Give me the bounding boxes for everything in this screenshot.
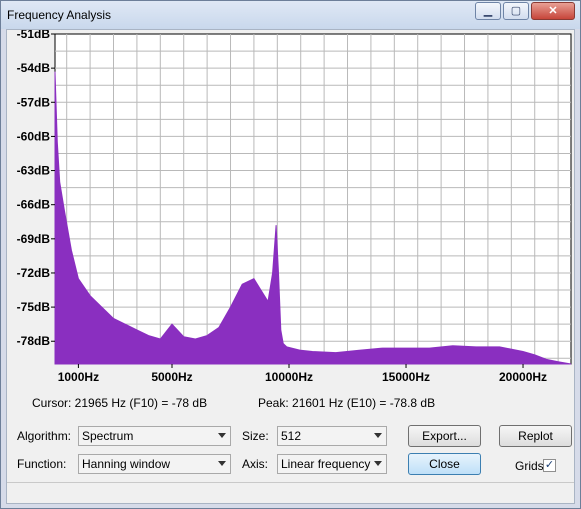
chevron-down-icon xyxy=(374,461,382,466)
algorithm-value: Spectrum xyxy=(82,429,134,443)
spectrum-plot: -51dB -54dB -57dB -60dB -63dB -66dB -69dB -72dB… xyxy=(7,27,576,390)
cursor-readout: Cursor: 21965 Hz (F10) = -78 dB xyxy=(32,396,208,410)
algorithm-label: Algorithm: xyxy=(17,429,72,443)
chevron-down-icon xyxy=(374,433,382,438)
status-bar xyxy=(7,482,574,503)
function-label: Function: xyxy=(17,457,67,471)
x-tick-label: 10000Hz xyxy=(265,370,313,384)
window-title: Frequency Analysis xyxy=(7,8,112,22)
grids-label: Grids xyxy=(515,459,544,473)
axis-select[interactable]: Linear frequency xyxy=(277,454,387,474)
size-select[interactable]: 512 xyxy=(277,426,387,446)
y-tick-label: -54dB xyxy=(17,61,51,75)
title-bar[interactable]: Frequency Analysis ▁ ▢ ✕ xyxy=(1,1,580,29)
y-tick-label: -51dB xyxy=(17,30,51,41)
peak-readout: Peak: 21601 Hz (E10) = -78.8 dB xyxy=(258,396,436,410)
plot-area xyxy=(54,33,572,365)
frequency-analysis-window: Frequency Analysis ▁ ▢ ✕ -51dB -54dB -57dB… xyxy=(0,0,581,509)
spectrum-chart: -51dB -54dB -57dB -60dB -63dB -66dB -69dB -72dB… xyxy=(17,27,572,384)
axis-value: Linear frequency xyxy=(281,457,371,471)
chevron-down-icon xyxy=(218,461,226,466)
size-label: Size: xyxy=(242,429,269,443)
chevron-down-icon xyxy=(218,433,226,438)
replot-button[interactable]: Replot xyxy=(499,425,572,447)
algorithm-select[interactable]: Spectrum xyxy=(78,426,231,446)
x-tick-label: 20000Hz xyxy=(499,370,547,384)
size-value: 512 xyxy=(281,429,302,443)
axis-label: Axis: xyxy=(242,457,269,471)
minimize-icon[interactable]: ▁ xyxy=(475,2,501,20)
x-tick-label: 1000Hz xyxy=(58,370,99,384)
close-button[interactable]: Close xyxy=(408,453,481,475)
export-button[interactable]: Export... xyxy=(408,425,481,447)
x-tick-label: 5000Hz xyxy=(151,370,192,384)
y-tick-label: -66dB xyxy=(17,198,51,212)
function-select[interactable]: Hanning window xyxy=(78,454,231,474)
y-tick-label: -75dB xyxy=(17,300,51,314)
y-tick-label: -60dB xyxy=(17,129,51,143)
grids-checkbox[interactable]: ✓ xyxy=(543,459,556,472)
maximize-icon[interactable]: ▢ xyxy=(503,2,529,20)
y-tick-label: -57dB xyxy=(17,95,51,109)
y-tick-label: -69dB xyxy=(17,232,51,246)
close-icon[interactable]: ✕ xyxy=(531,2,575,20)
y-tick-label: -78dB xyxy=(17,334,51,348)
function-value: Hanning window xyxy=(82,457,171,471)
dialog-client-area: -51dB -54dB -57dB -60dB -63dB -66dB -69dB -72dB… xyxy=(6,27,576,504)
y-tick-label: -63dB xyxy=(17,164,51,178)
y-tick-label: -72dB xyxy=(17,266,51,280)
x-tick-label: 15000Hz xyxy=(382,370,430,384)
